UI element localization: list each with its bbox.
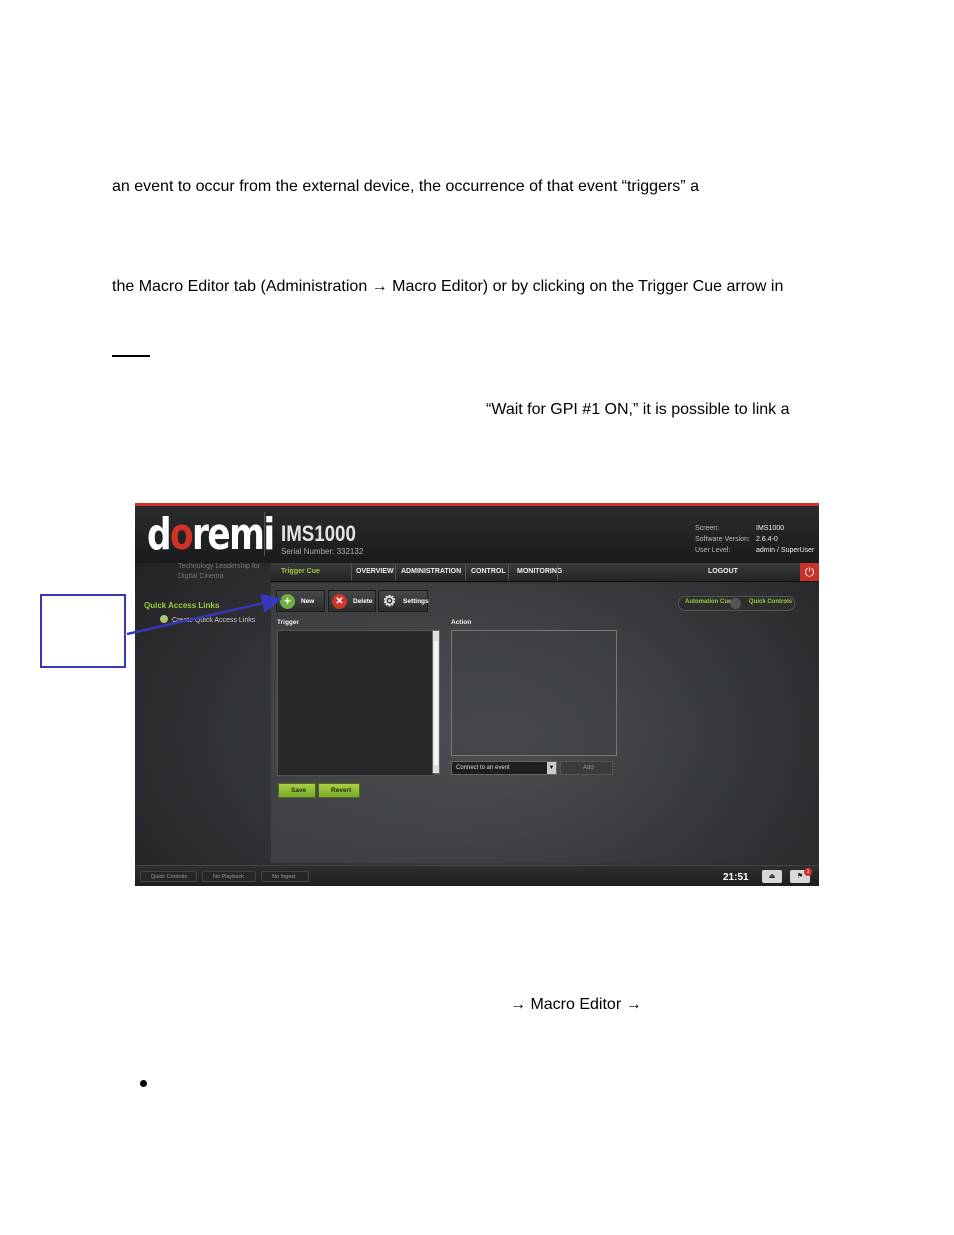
ingest-status[interactable]: No Ingest [261, 871, 309, 882]
chevron-down-icon[interactable]: ▼ [547, 762, 556, 774]
event-select[interactable]: Connect to an event ▼ [451, 761, 557, 775]
gear-icon: ⚙ [382, 593, 397, 610]
device-model: IMS1000 [281, 521, 356, 546]
trigger-scrollbar[interactable] [432, 630, 440, 774]
status-bar: Quick Controls No Playback No Ingest 21:… [135, 865, 819, 886]
scrollbar-thumb[interactable] [434, 641, 438, 765]
tagline: Technology Leadership for Digital Cinema [178, 563, 261, 580]
nav-monitoring[interactable]: MONITORING [517, 568, 562, 575]
notification-badge: 1 [804, 868, 812, 876]
revert-button[interactable]: Revert [318, 783, 360, 798]
delete-button[interactable]: ✕ Delete [328, 590, 376, 612]
header-divider [264, 512, 265, 556]
app-header: doremi IMS1000 Serial Number: 332132 Scr… [135, 506, 819, 563]
nav-bar: Trigger Cue OVERVIEW ADMINISTRATION CONT… [271, 563, 819, 582]
toggle-knob[interactable] [730, 598, 741, 609]
body-text-line: “Wait for GPI #1 ON,” it is possible to … [486, 401, 790, 418]
close-icon: ✕ [332, 594, 347, 609]
screen-label: Screen: [695, 525, 720, 532]
nav-logout[interactable]: LOGOUT [708, 568, 738, 575]
body-text-line: → Macro Editor → [510, 996, 642, 1013]
eject-icon[interactable]: ⏏ [762, 870, 782, 883]
nav-divider [351, 564, 352, 580]
quick-access-links-heading: Quick Access Links [144, 601, 220, 610]
plus-icon: + [280, 594, 295, 609]
nav-administration[interactable]: ADMINISTRATION [401, 568, 461, 575]
clock: 21:51 [723, 872, 749, 883]
nav-overview[interactable]: OVERVIEW [356, 568, 394, 575]
save-button[interactable]: Save [278, 783, 316, 798]
quick-controls-status[interactable]: Quick Controls [140, 871, 197, 882]
software-version-value: 2.6.4-0 [756, 536, 778, 543]
body-text-line: the Macro Editor tab (Administration → M… [112, 278, 784, 295]
nav-trigger-cue[interactable]: Trigger Cue [281, 568, 320, 575]
nav-divider [557, 564, 558, 580]
body-text-line: an event to occur from the external devi… [112, 178, 699, 195]
nav-control[interactable]: CONTROL [471, 568, 506, 575]
ims1000-screenshot: doremi IMS1000 Serial Number: 332132 Scr… [135, 503, 819, 886]
doremi-logo: doremi [147, 509, 275, 560]
nav-divider [508, 564, 509, 580]
create-quick-access-links-link[interactable]: Create Quick Access Links [172, 617, 255, 624]
trigger-column-label: Trigger [277, 619, 300, 626]
playback-status[interactable]: No Playback [202, 871, 256, 882]
quick-controls-option[interactable]: Quick Controls [749, 599, 792, 605]
screen-value: IMS1000 [756, 525, 785, 532]
nav-divider [465, 564, 466, 580]
user-level-label: User Level: [695, 547, 731, 554]
trigger-list[interactable] [277, 630, 435, 776]
automation-cue-option[interactable]: Automation Cue [685, 599, 731, 605]
new-button[interactable]: + New [276, 590, 325, 612]
cue-mode-toggle[interactable]: Automation Cue Quick Controls [678, 596, 795, 611]
nav-divider [395, 564, 396, 580]
serial-number: Serial Number: 332132 [281, 547, 364, 556]
add-button[interactable]: Add [560, 761, 613, 775]
action-list[interactable] [451, 630, 617, 756]
user-level-value: admin / SuperUser [756, 547, 815, 554]
action-column-label: Action [451, 619, 472, 626]
bullet-point [140, 1080, 147, 1087]
power-icon[interactable]: ⏻ [800, 563, 819, 581]
settings-button[interactable]: ⚙ Settings [378, 590, 429, 612]
link-icon [160, 615, 168, 623]
callout-box [40, 594, 126, 668]
underline-mark [112, 355, 150, 357]
software-version-label: Software Version: [695, 536, 750, 543]
